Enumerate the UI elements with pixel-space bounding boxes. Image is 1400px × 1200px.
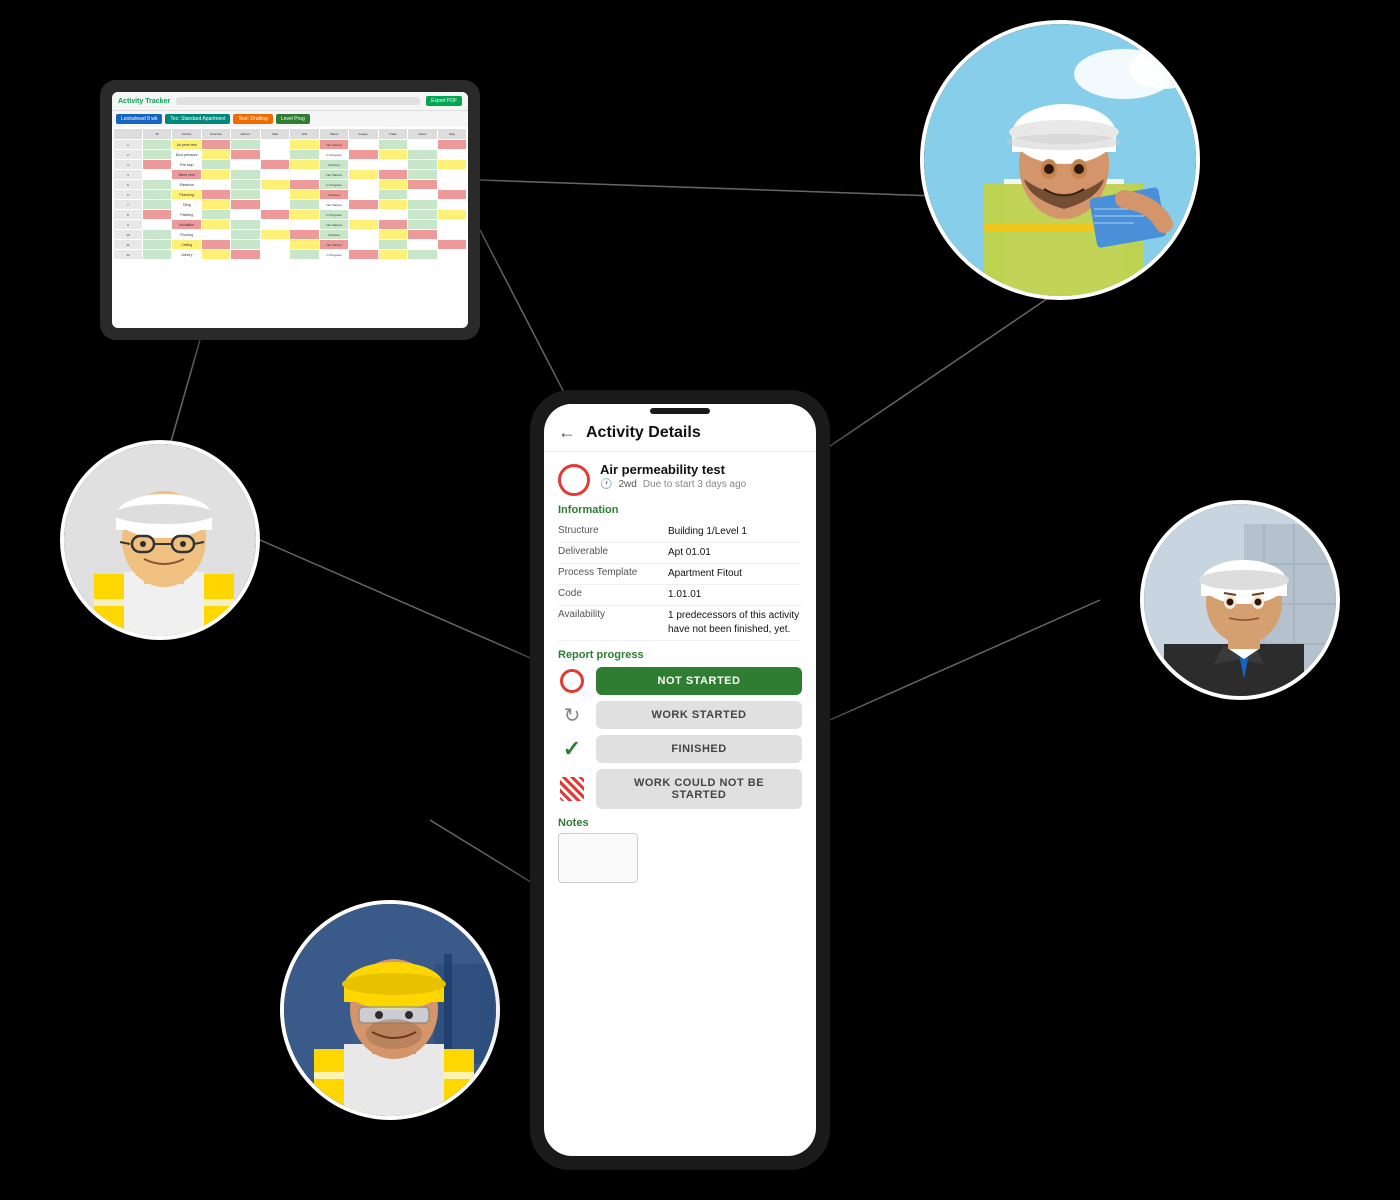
info-key-deliverable: Deliverable <box>558 546 668 560</box>
tab-level[interactable]: Level Prog <box>276 114 310 124</box>
activity-status-circle <box>558 464 590 496</box>
table-row: 6PlumbingFinished <box>114 190 466 199</box>
info-val-deliverable: Apt 01.01 <box>668 546 802 560</box>
tablet-device: Activity Tracker Export PDF Lookahead 8 … <box>100 80 480 340</box>
table-row: 1Air perm testNot Started <box>114 140 466 149</box>
notes-input[interactable] <box>558 833 638 883</box>
tablet-export-btn[interactable]: Export PDF <box>426 96 462 106</box>
table-row: 12JoineryIn Progress <box>114 250 466 259</box>
info-row-availability: Availability 1 predecessors of this acti… <box>558 606 802 641</box>
tab-lookahead[interactable]: Lookahead 8 wk <box>116 114 162 124</box>
not-started-icon <box>558 667 586 695</box>
tablet-data-grid: 1Air perm testNot Started2Duct pressureI… <box>114 140 466 259</box>
portrait-worker-bottom <box>280 900 500 1120</box>
progress-option-work-started[interactable]: ↻ WORK STARTED <box>558 701 802 729</box>
clock-icon: 🕐 <box>600 479 612 490</box>
portrait-engineer-left <box>60 440 260 640</box>
back-button[interactable]: ← <box>558 422 576 443</box>
activity-row: Air permeability test 🕐 2wd Due to start… <box>558 462 802 496</box>
table-row: 9InsulationNot Started <box>114 220 466 229</box>
info-key-availability: Availability <box>558 609 668 637</box>
tablet-tabs: Lookahead 8 wk Tec: Standard Apartment T… <box>112 111 468 127</box>
finished-icon: ✓ <box>558 735 586 763</box>
info-row-code: Code 1.01.01 <box>558 585 802 606</box>
info-row-structure: Structure Building 1/Level 1 <box>558 522 802 543</box>
activity-info: Air permeability test 🕐 2wd Due to start… <box>600 462 802 490</box>
tab-tec[interactable]: Tec: Standard Apartment <box>165 114 230 124</box>
phone-device: ← Activity Details Air permeability test… <box>530 390 830 1170</box>
could-not-start-button[interactable]: WORK COULD NOT BE STARTED <box>596 769 802 809</box>
tablet-search <box>176 97 420 105</box>
info-table: Structure Building 1/Level 1 Deliverable… <box>558 522 802 641</box>
progress-option-could-not-start[interactable]: WORK COULD NOT BE STARTED <box>558 769 802 809</box>
portrait-engineer-top-right <box>920 20 1200 300</box>
info-key-code: Code <box>558 588 668 602</box>
info-key-process-template: Process Template <box>558 567 668 581</box>
activity-meta: 🕐 2wd Due to start 3 days ago <box>600 479 802 490</box>
table-row: 3Fire stopFinished <box>114 160 466 169</box>
table-row: 8PaintingIn Progress <box>114 210 466 219</box>
phone-header: ← Activity Details <box>544 414 816 452</box>
table-row: 5ElectricalIn Progress <box>114 180 466 189</box>
phone-content: Air permeability test 🕐 2wd Due to start… <box>544 452 816 1156</box>
notes-section-label: Notes <box>558 817 802 829</box>
info-row-process-template: Process Template Apartment Fitout <box>558 564 802 585</box>
portrait-businessman-right <box>1140 500 1340 700</box>
could-not-start-icon <box>558 775 586 803</box>
progress-option-finished[interactable]: ✓ FINISHED <box>558 735 802 763</box>
work-started-icon: ↻ <box>558 701 586 729</box>
info-val-code: 1.01.01 <box>668 588 802 602</box>
tab-test[interactable]: Test: Drafting <box>233 114 272 124</box>
info-row-deliverable: Deliverable Apt 01.01 <box>558 543 802 564</box>
finished-button[interactable]: FINISHED <box>596 735 802 763</box>
table-row: 4Mech ventNot Started <box>114 170 466 179</box>
info-val-availability: 1 predecessors of this activity have not… <box>668 609 802 637</box>
table-row: 2Duct pressureIn Progress <box>114 150 466 159</box>
progress-option-not-started[interactable]: NOT STARTED <box>558 667 802 695</box>
tablet-logo: Activity Tracker <box>118 98 170 105</box>
phone-title: Activity Details <box>586 424 701 442</box>
work-started-button[interactable]: WORK STARTED <box>596 701 802 729</box>
activity-name: Air permeability test <box>600 462 802 477</box>
activity-due: Due to start 3 days ago <box>643 479 746 490</box>
report-progress-label: Report progress <box>558 649 802 661</box>
info-val-structure: Building 1/Level 1 <box>668 525 802 539</box>
table-row: 7TilingNot Started <box>114 200 466 209</box>
info-key-structure: Structure <box>558 525 668 539</box>
table-row: 10FlooringFinished <box>114 230 466 239</box>
not-started-button[interactable]: NOT STARTED <box>596 667 802 695</box>
info-val-process-template: Apartment Fitout <box>668 567 802 581</box>
table-row: 11CeilingNot Started <box>114 240 466 249</box>
information-section-label: Information <box>558 504 802 516</box>
activity-duration: 2wd <box>618 479 636 490</box>
